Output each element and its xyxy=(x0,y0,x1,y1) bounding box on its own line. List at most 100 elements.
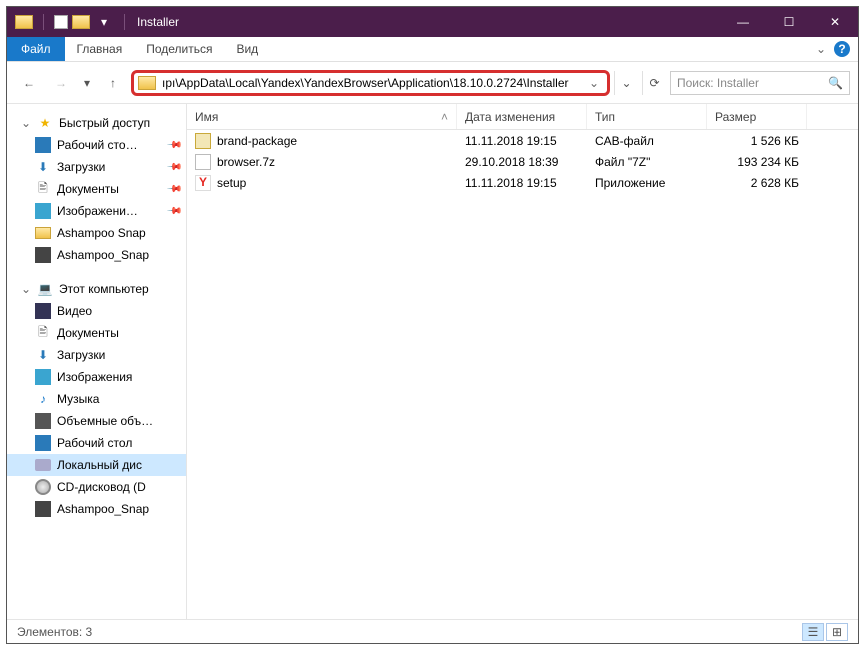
folder-icon xyxy=(138,76,156,90)
disk-icon xyxy=(35,459,51,471)
pc-icon: 💻 xyxy=(37,281,53,297)
ribbon-expand-icon[interactable]: ⌄ xyxy=(816,42,826,56)
view-tab[interactable]: Вид xyxy=(224,37,270,61)
tree-item[interactable]: Локальный дис xyxy=(7,454,186,476)
tree-item-label: Ashampoo_Snap xyxy=(57,502,149,516)
window-title: Installer xyxy=(137,15,179,29)
file-date: 11.11.2018 19:15 xyxy=(457,134,587,148)
tree-item-label: Документы xyxy=(57,182,119,196)
details-view-button[interactable]: ☰ xyxy=(802,623,824,641)
refresh-button[interactable]: ⟳ xyxy=(642,71,666,95)
vol-icon xyxy=(35,413,51,429)
file-name: browser.7z xyxy=(217,155,275,169)
tree-item[interactable]: Изображения xyxy=(7,366,186,388)
desktop-icon xyxy=(35,137,51,153)
pin-icon: 📌 xyxy=(165,137,182,154)
address-bar[interactable]: ıpı\AppData\Local\Yandex\YandexBrowser\A… xyxy=(131,70,610,96)
down-icon: ⬇ xyxy=(35,347,51,363)
tree-item[interactable]: Ashampoo_Snap xyxy=(7,498,186,520)
desktop-icon xyxy=(35,435,51,451)
address-dropdown-icon[interactable]: ⌄ xyxy=(585,76,603,90)
tree-item-label: Документы xyxy=(57,326,119,340)
file-type: Файл "7Z" xyxy=(587,155,707,169)
tree-item-label: Изображени… xyxy=(57,204,138,218)
tree-item[interactable]: ⌄💻Этот компьютер xyxy=(7,278,186,300)
minimize-button[interactable]: — xyxy=(720,7,766,37)
maximize-button[interactable]: ☐ xyxy=(766,7,812,37)
pin-icon: 📌 xyxy=(165,203,182,220)
tree-item-label: Ashampoo Snap xyxy=(57,226,146,240)
tree-item[interactable]: CD-дисковод (D xyxy=(7,476,186,498)
tree-item[interactable]: Рабочий стол xyxy=(7,432,186,454)
item-count: Элементов: 3 xyxy=(17,625,92,639)
file-date: 11.11.2018 19:15 xyxy=(457,176,587,190)
file-icon xyxy=(195,154,211,170)
up-button[interactable]: ↑ xyxy=(99,69,127,97)
file-date: 29.10.2018 18:39 xyxy=(457,155,587,169)
file-size: 2 628 КБ xyxy=(707,176,807,190)
forward-button[interactable]: → xyxy=(47,69,75,97)
qat-properties-icon[interactable] xyxy=(54,15,68,29)
share-tab[interactable]: Поделиться xyxy=(134,37,224,61)
app-icon xyxy=(35,247,51,263)
tree-item-label: Локальный дис xyxy=(57,458,142,472)
file-list-view: Имя˄ Дата изменения Тип Размер brand-pac… xyxy=(187,104,858,619)
tree-item-label: Изображения xyxy=(57,370,132,384)
recent-locations-icon[interactable]: ▾ xyxy=(79,69,95,97)
file-type: Приложение xyxy=(587,176,707,190)
navigation-pane[interactable]: ⌄★Быстрый доступРабочий сто…📌⬇Загрузки📌🖹… xyxy=(7,104,187,619)
tree-item[interactable]: ♪Музыка xyxy=(7,388,186,410)
pin-icon: 📌 xyxy=(165,181,182,198)
file-tab[interactable]: Файл xyxy=(7,37,65,61)
back-button[interactable]: ← xyxy=(15,69,43,97)
tree-item[interactable]: ⬇Загрузки xyxy=(7,344,186,366)
tree-item[interactable]: Ashampoo_Snap xyxy=(7,244,186,266)
address-path[interactable]: ıpı\AppData\Local\Yandex\YandexBrowser\A… xyxy=(162,76,585,90)
qat-newfolder-icon[interactable] xyxy=(72,15,90,29)
tree-item[interactable]: 🖹 Документы xyxy=(7,322,186,344)
file-row[interactable]: browser.7z 29.10.2018 18:39Файл "7Z"193 2… xyxy=(187,151,858,172)
home-tab[interactable]: Главная xyxy=(65,37,135,61)
file-name: brand-package xyxy=(217,134,297,148)
tree-item-label: Объемные объ… xyxy=(57,414,153,428)
tree-item[interactable]: Изображени… 📌 xyxy=(7,200,186,222)
address-history-icon[interactable]: ⌄ xyxy=(614,71,638,95)
tree-item[interactable]: Ashampoo Snap xyxy=(7,222,186,244)
tree-item-label: Этот компьютер xyxy=(59,282,149,296)
tree-item-label: CD-дисковод (D xyxy=(57,480,146,494)
tree-item-label: Быстрый доступ xyxy=(59,116,150,130)
help-icon[interactable]: ? xyxy=(834,41,850,57)
tree-item[interactable]: Объемные объ… xyxy=(7,410,186,432)
column-name[interactable]: Имя˄ xyxy=(187,104,457,129)
search-icon[interactable]: 🔍 xyxy=(828,76,843,90)
column-date[interactable]: Дата изменения xyxy=(457,104,587,129)
file-size: 193 234 КБ xyxy=(707,155,807,169)
status-bar: Элементов: 3 ☰ ⊞ xyxy=(7,619,858,643)
file-type: CAB-файл xyxy=(587,134,707,148)
tree-item[interactable]: 🖹 Документы 📌 xyxy=(7,178,186,200)
file-icon xyxy=(195,133,211,149)
tree-item[interactable]: ⬇Загрузки📌 xyxy=(7,156,186,178)
qat-customize-icon[interactable]: ▾ xyxy=(94,7,114,37)
doc-icon: 🖹 xyxy=(35,325,51,341)
column-size[interactable]: Размер xyxy=(707,104,807,129)
column-headers[interactable]: Имя˄ Дата изменения Тип Размер xyxy=(187,104,858,130)
column-type[interactable]: Тип xyxy=(587,104,707,129)
file-size: 1 526 КБ xyxy=(707,134,807,148)
title-bar: ▾ Installer — ☐ ✕ xyxy=(7,7,858,37)
tree-item[interactable]: Рабочий сто…📌 xyxy=(7,134,186,156)
close-button[interactable]: ✕ xyxy=(812,7,858,37)
navigation-bar: ← → ▾ ↑ ıpı\AppData\Local\Yandex\YandexB… xyxy=(7,62,858,104)
tree-item-label: Рабочий стол xyxy=(57,436,132,450)
tree-item[interactable]: ⌄★Быстрый доступ xyxy=(7,112,186,134)
file-row[interactable]: brand-package 11.11.2018 19:15CAB-файл1 5… xyxy=(187,130,858,151)
app-icon xyxy=(15,15,33,29)
search-input[interactable]: Поиск: Installer 🔍 xyxy=(670,71,850,95)
tree-item[interactable]: Видео xyxy=(7,300,186,322)
icons-view-button[interactable]: ⊞ xyxy=(826,623,848,641)
file-row[interactable]: setup 11.11.2018 19:15Приложение2 628 КБ xyxy=(187,172,858,193)
down-icon: ⬇ xyxy=(35,159,51,175)
file-name: setup xyxy=(217,176,246,190)
mus-icon: ♪ xyxy=(35,391,51,407)
doc-icon: 🖹 xyxy=(35,181,51,197)
